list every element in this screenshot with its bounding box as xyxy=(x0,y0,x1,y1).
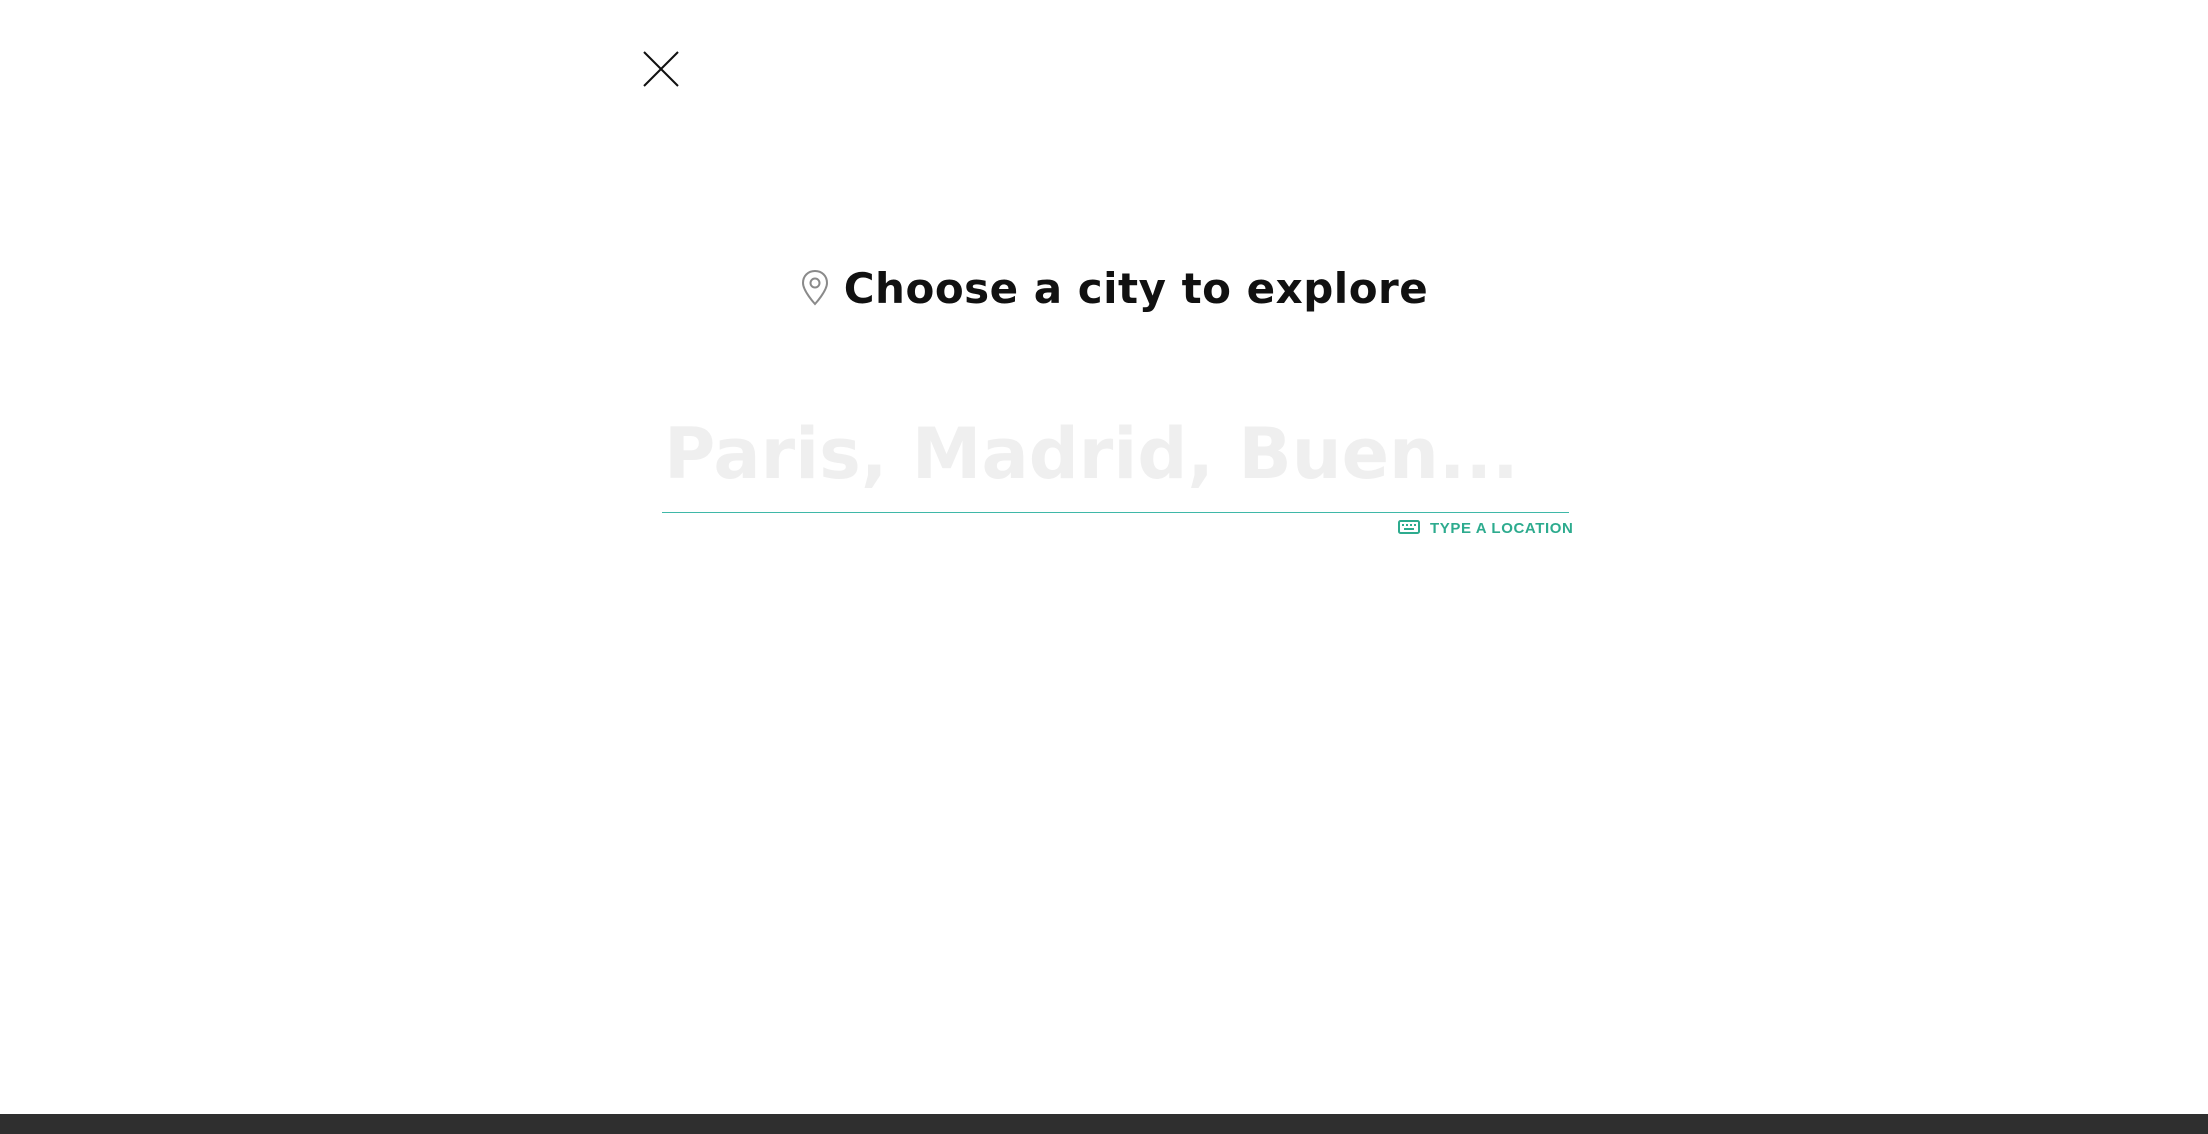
close-icon xyxy=(643,51,679,87)
city-search-input[interactable] xyxy=(662,395,1569,513)
page-title: Choose a city to explore xyxy=(843,263,1429,313)
close-button[interactable] xyxy=(630,38,692,100)
search-field-wrapper xyxy=(662,395,1569,515)
heading-row: Choose a city to explore xyxy=(0,258,2208,318)
city-picker-page: Choose a city to explore TYPE A LOCATION xyxy=(0,0,2208,1134)
type-location-button[interactable]: TYPE A LOCATION xyxy=(1398,515,1573,541)
type-location-label: TYPE A LOCATION xyxy=(1430,519,1574,537)
footer-bar xyxy=(0,1114,2208,1134)
keyboard-icon xyxy=(1398,520,1420,536)
map-pin-icon xyxy=(800,269,830,307)
